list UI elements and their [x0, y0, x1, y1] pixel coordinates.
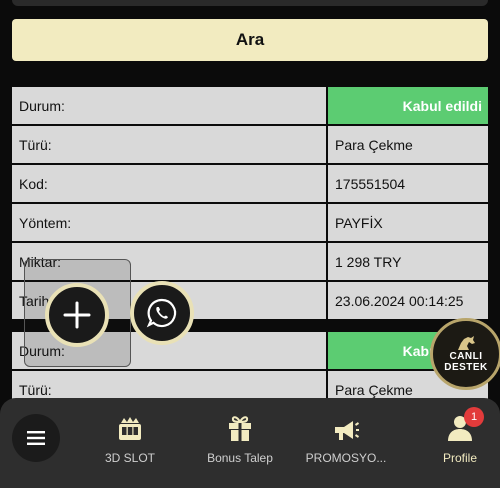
nav-item-profile[interactable]: 1 Profile: [430, 407, 490, 465]
row-label: Türü:: [12, 126, 326, 163]
nav-item-promosyon[interactable]: PROMOSYO...: [305, 412, 387, 465]
table-row: Durum: Kabul edildi: [12, 87, 488, 124]
row-value: PAYFİX: [328, 204, 488, 241]
table-row: Yöntem: PAYFİX: [12, 204, 488, 241]
nav-label: Bonus Talep: [207, 451, 273, 465]
row-value: 23.06.2024 00:14:25: [328, 282, 488, 319]
notification-badge: 1: [464, 407, 484, 427]
nav-label: 3D SLOT: [104, 451, 155, 465]
horse-logo-icon: [458, 336, 475, 350]
search-button[interactable]: Ara: [12, 19, 488, 61]
live-support-label: CANLI: [449, 351, 483, 362]
megaphone-icon: [335, 421, 360, 440]
plus-icon: [63, 301, 91, 329]
menu-button[interactable]: [12, 414, 60, 462]
whatsapp-icon: [146, 298, 177, 328]
row-label: Kod:: [12, 165, 326, 202]
row-label: Yöntem:: [12, 204, 326, 241]
table-row: Türü: Para Çekme: [12, 126, 488, 163]
nav-label: PROMOSYO...: [305, 451, 387, 465]
gift-icon: [229, 416, 251, 441]
nav-item-bonus-talep[interactable]: Bonus Talep: [200, 412, 280, 465]
search-field[interactable]: [12, 0, 488, 6]
whatsapp-button[interactable]: [130, 281, 194, 345]
live-support-button[interactable]: CANLI DESTEK: [430, 318, 500, 390]
table-row: Kod: 175551504: [12, 165, 488, 202]
bottom-navigation: 3D SLOT Bonus Talep PROMOSYO... 1 Profil…: [0, 398, 500, 488]
status-badge: Kabul edildi: [328, 87, 488, 124]
nav-label: Profile: [442, 451, 477, 465]
add-fab-button[interactable]: [45, 283, 109, 347]
slot-machine-icon: [119, 417, 141, 440]
hamburger-menu-icon: [27, 431, 45, 445]
row-value: Para Çekme: [328, 126, 488, 163]
row-value: 175551504: [328, 165, 488, 202]
nav-item-3d-slot[interactable]: 3D SLOT: [100, 412, 160, 465]
row-label: Durum:: [12, 87, 326, 124]
live-support-label: DESTEK: [444, 362, 488, 373]
row-value: 1 298 TRY: [328, 243, 488, 280]
